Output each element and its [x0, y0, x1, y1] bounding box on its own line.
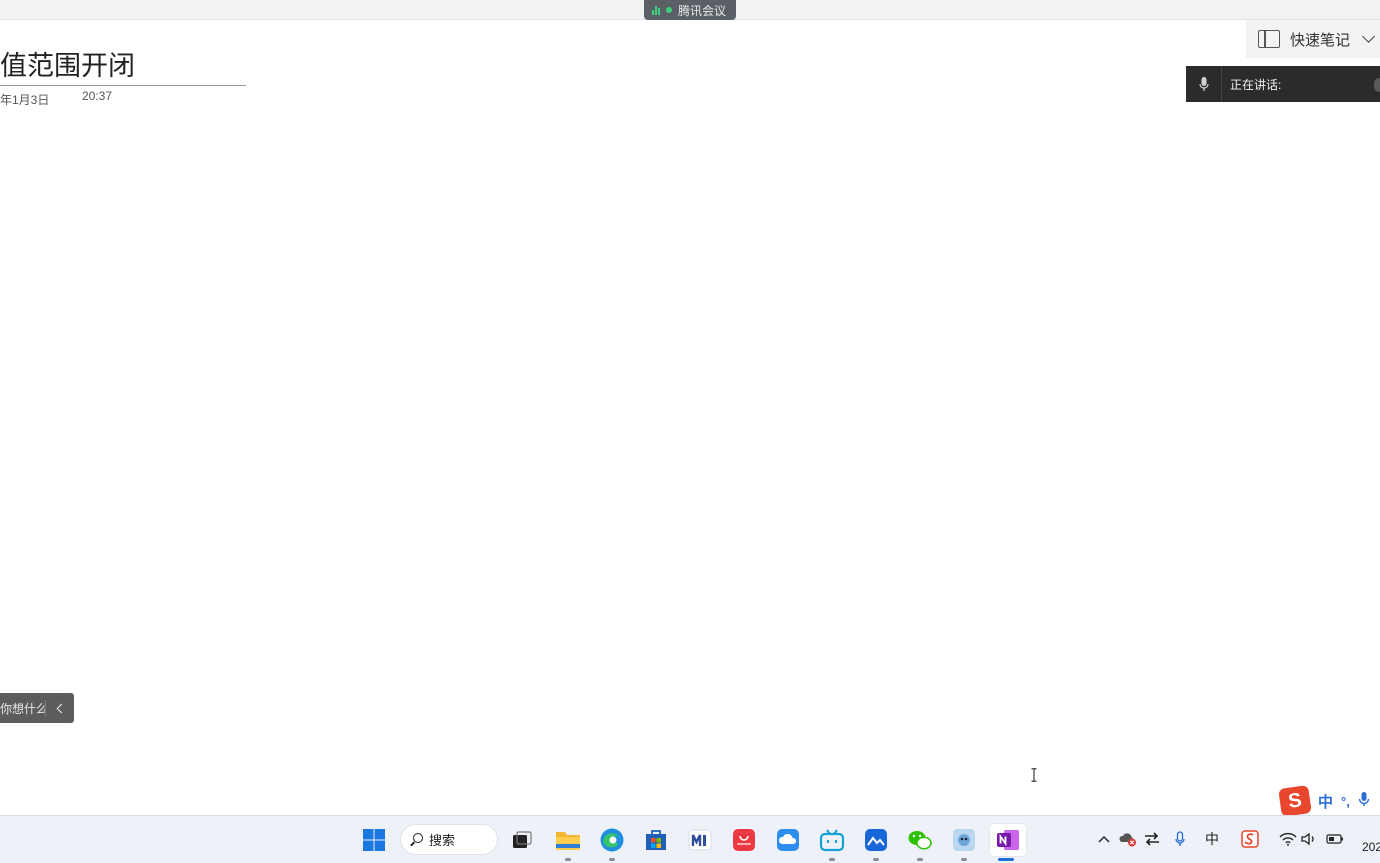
- audio-level-icon: [652, 5, 660, 15]
- running-indicator: [917, 858, 923, 861]
- ime-punctuation[interactable]: °,: [1341, 794, 1350, 809]
- switch-icon[interactable]: [1143, 830, 1161, 848]
- notebook-icon: [1258, 30, 1280, 48]
- appgallery-button[interactable]: [728, 824, 760, 856]
- game-app-icon: [953, 829, 975, 851]
- page-title[interactable]: 值范围开闭: [0, 44, 135, 83]
- start-button[interactable]: [358, 824, 390, 856]
- search-label: 搜索: [429, 833, 456, 848]
- lanhu-icon: [865, 829, 887, 851]
- sync-error-icon[interactable]: [1119, 830, 1137, 848]
- taskbar-search[interactable]: 搜索: [400, 824, 498, 855]
- quick-notes-menu[interactable]: 快速笔记: [1246, 20, 1380, 58]
- start-icon: [363, 829, 385, 851]
- edge-icon: [600, 828, 624, 852]
- speaking-bar-handle[interactable]: [1374, 78, 1380, 92]
- chevron-down-icon: [1362, 30, 1375, 43]
- onenote-icon: [997, 830, 1019, 850]
- text-cursor-icon: [1031, 768, 1037, 782]
- volume-icon[interactable]: [1301, 830, 1319, 848]
- assistant-prompt[interactable]: 你想什么...: [0, 693, 74, 723]
- clock[interactable]: 202: [1362, 840, 1380, 854]
- running-indicator: [961, 858, 967, 861]
- recording-dot-icon: [666, 7, 672, 13]
- bilibili-icon: [819, 829, 845, 852]
- meeting-label: 腾讯会议: [678, 3, 727, 18]
- chevron-up-icon[interactable]: [1095, 830, 1113, 848]
- store-button[interactable]: [640, 824, 672, 856]
- page-time: 20:37: [82, 89, 113, 103]
- file-explorer-button[interactable]: [552, 824, 584, 861]
- huawei-appgallery-icon: [733, 829, 755, 851]
- file-explorer-icon: [556, 832, 580, 850]
- sogou-tray-icon[interactable]: [1241, 830, 1259, 848]
- microphone-icon[interactable]: [1186, 66, 1222, 102]
- meeting-indicator[interactable]: 腾讯会议: [644, 0, 736, 20]
- task-view-icon: [513, 831, 532, 848]
- running-indicator: [565, 858, 571, 861]
- ime-toolbar[interactable]: S 中 °,: [1278, 785, 1380, 817]
- search-icon: [413, 833, 423, 843]
- active-indicator: [998, 858, 1014, 861]
- ime-voice-icon[interactable]: [1358, 791, 1370, 812]
- mail-icon: [688, 829, 712, 851]
- quick-notes-label: 快速笔记: [1290, 31, 1351, 49]
- running-indicator: [609, 858, 615, 861]
- wechat-icon: [908, 831, 932, 850]
- microphone-icon[interactable]: [1171, 830, 1189, 848]
- lanhu-button[interactable]: [860, 824, 892, 861]
- speaking-bar: 正在讲话:: [1186, 66, 1380, 102]
- title-divider: [0, 85, 246, 86]
- page-date: 年1月3日: [0, 93, 50, 107]
- sogou-ime-icon[interactable]: S: [1278, 785, 1312, 817]
- cloud-button[interactable]: [772, 824, 804, 856]
- mail-button[interactable]: [684, 824, 716, 856]
- store-icon: [646, 830, 666, 850]
- cloud-icon: [777, 829, 799, 851]
- battery-icon[interactable]: [1326, 830, 1344, 848]
- taskbar: 搜索 中 202: [0, 815, 1380, 863]
- task-view-button[interactable]: [506, 824, 538, 856]
- assistant-prompt-text: 你想什么...: [0, 699, 46, 717]
- game-app-button[interactable]: [948, 824, 980, 861]
- wifi-icon[interactable]: [1279, 830, 1297, 848]
- edge-button[interactable]: [596, 824, 628, 861]
- onenote-button[interactable]: [990, 824, 1026, 861]
- speaking-label: 正在讲话:: [1230, 77, 1282, 92]
- wechat-button[interactable]: [904, 824, 936, 861]
- bilibili-button[interactable]: [816, 824, 848, 861]
- input-indicator[interactable]: 中: [1203, 830, 1221, 848]
- running-indicator: [873, 858, 879, 861]
- running-indicator: [829, 858, 835, 861]
- chevron-left-icon[interactable]: [46, 703, 74, 713]
- ime-mode[interactable]: 中: [1318, 791, 1333, 812]
